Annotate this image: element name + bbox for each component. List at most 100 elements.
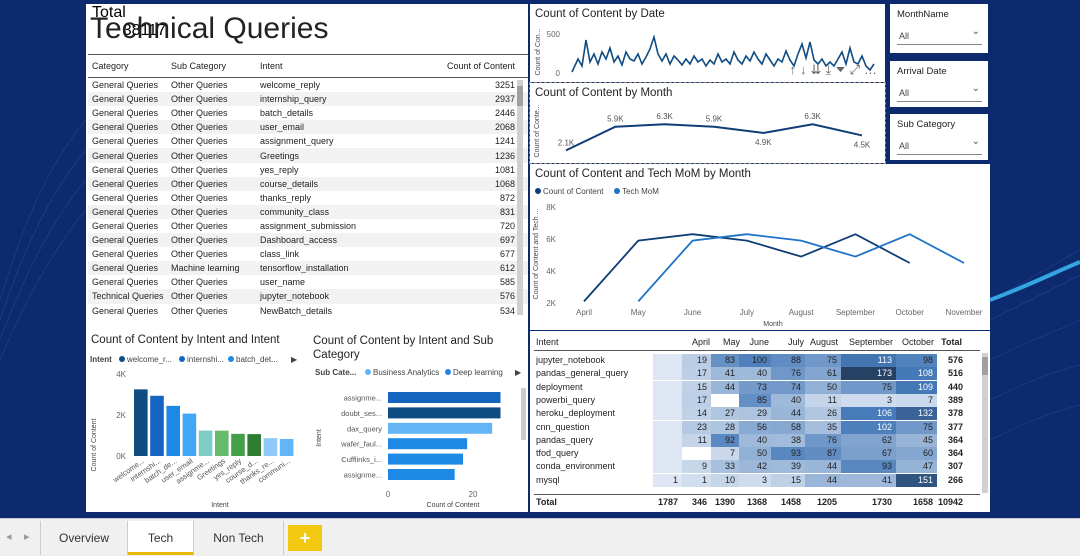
- table-row[interactable]: Technical Queries Other Queries jupyter_no…: [88, 289, 528, 304]
- table-row[interactable]: General Queries Other Queries internship_q…: [88, 92, 528, 107]
- table-row[interactable]: General Queries Other Queries assignment_s…: [88, 219, 528, 233]
- table-row[interactable]: General Queries Other Queries yes_reply 108…: [88, 163, 528, 177]
- add-page-button[interactable]: +: [288, 525, 322, 551]
- legend-next-arrow[interactable]: ▶: [291, 355, 298, 364]
- matrix-column-header[interactable]: Total: [936, 337, 962, 347]
- slicer-month-name[interactable]: MonthName All ⌄: [890, 4, 988, 53]
- chevron-down-icon[interactable]: ⌄: [972, 26, 980, 37]
- table-row[interactable]: General Queries Other Queries user_email 20…: [88, 120, 528, 135]
- chevron-down-icon[interactable]: ⌄: [972, 136, 980, 147]
- table-row[interactable]: General Queries Other Queries Dashboard_ac…: [88, 233, 528, 248]
- matrix-column-header[interactable]: June: [741, 337, 769, 347]
- matrix-scrollbar[interactable]: [982, 353, 988, 493]
- matrix-column-total: 1458: [780, 497, 801, 507]
- table-row[interactable]: General Queries Machine learning tensorflo…: [88, 261, 528, 276]
- matrix-cell: 41: [841, 473, 896, 487]
- column-header-sub-category[interactable]: Sub Category: [171, 61, 260, 71]
- table-cell: Other Queries: [171, 291, 228, 302]
- matrix-cell: 11: [682, 433, 711, 447]
- column-header-count[interactable]: Count of Content: [435, 61, 515, 71]
- matrix-cell: 132: [896, 407, 937, 421]
- matrix-row-label[interactable]: deployment: [536, 381, 656, 394]
- table-row[interactable]: General Queries Other Queries community_cl…: [88, 204, 528, 219]
- matrix-column-header[interactable]: Intent: [536, 337, 636, 347]
- matrix-column-header[interactable]: September: [839, 337, 893, 347]
- slicer-arrival-date[interactable]: Arrival Date All ⌄: [890, 61, 988, 107]
- slicer-sub-category[interactable]: Sub Category All ⌄: [890, 114, 988, 160]
- table-row[interactable]: General Queries Other Queries course_detai…: [88, 176, 528, 191]
- bar[interactable]: [215, 430, 229, 456]
- table-row[interactable]: General Queries Other Queries welcome_repl…: [88, 78, 528, 92]
- bar[interactable]: [388, 438, 468, 450]
- table-row[interactable]: General Queries Other Queries assignment_q…: [88, 134, 528, 148]
- matrix-column-header[interactable]: July: [772, 337, 804, 347]
- table-cell: Technical Queries: [92, 291, 164, 302]
- bar[interactable]: [182, 413, 197, 456]
- tab-non-tech[interactable]: Non Tech: [194, 521, 284, 555]
- matrix-column-header[interactable]: October: [894, 337, 934, 347]
- bar[interactable]: [388, 453, 463, 465]
- visual-toolbar[interactable]: ↑↓⇊⤓⏷⤢…: [790, 62, 881, 78]
- column-header-category[interactable]: Category: [88, 61, 171, 71]
- matrix-cell: 93: [771, 447, 805, 461]
- filter-icon[interactable]: ⏷: [835, 62, 849, 77]
- bar[interactable]: [388, 407, 501, 419]
- slicer-value[interactable]: All: [899, 88, 909, 98]
- scrollbar-thumb[interactable]: [517, 86, 523, 106]
- chart-scrollbar[interactable]: [521, 388, 526, 440]
- focus-mode-icon[interactable]: ⤢: [850, 62, 864, 77]
- tab-scroll-right-icon[interactable]: ▸: [24, 530, 30, 543]
- table-row[interactable]: General Queries Other Queries NewBatch_det…: [88, 304, 528, 318]
- matrix-row-label[interactable]: pandas_query: [536, 434, 656, 447]
- tab-scroll-left-icon[interactable]: ◂: [6, 530, 12, 543]
- table-row[interactable]: General Queries Other Queries thanks_reply…: [88, 191, 528, 205]
- bar[interactable]: [388, 469, 455, 480]
- expand-hierarchy-icon[interactable]: ⤓: [825, 62, 835, 77]
- matrix-row-label[interactable]: mysql: [536, 474, 656, 487]
- matrix-row-label[interactable]: powerbi_query: [536, 394, 656, 407]
- matrix-row-label[interactable]: heroku_deployment: [536, 407, 656, 420]
- bar[interactable]: [231, 433, 245, 456]
- expand-all-icon[interactable]: ⇊: [811, 62, 826, 77]
- bar[interactable]: [263, 438, 278, 456]
- table-row[interactable]: General Queries Other Queries Greetings 123…: [88, 148, 528, 163]
- matrix-column-header[interactable]: April: [688, 337, 710, 347]
- matrix-column-header[interactable]: May: [714, 337, 740, 347]
- bar[interactable]: [150, 395, 164, 456]
- legend-item: Business Analytics: [373, 368, 439, 377]
- bar[interactable]: [388, 422, 493, 434]
- bar[interactable]: [388, 392, 501, 403]
- more-options-icon[interactable]: …: [864, 62, 881, 77]
- scrollbar-thumb[interactable]: [982, 357, 988, 375]
- slicer-value[interactable]: All: [899, 141, 909, 151]
- table-cell: General Queries: [92, 108, 159, 119]
- bar[interactable]: [247, 434, 261, 456]
- bar[interactable]: [134, 389, 148, 456]
- column-header-intent[interactable]: Intent: [260, 61, 435, 71]
- table-cell: class_link: [260, 249, 300, 260]
- tab-overview[interactable]: Overview: [40, 521, 128, 555]
- matrix-row-label[interactable]: jupyter_notebook: [536, 354, 656, 367]
- table-scrollbar[interactable]: [517, 80, 523, 315]
- slicer-value[interactable]: All: [899, 31, 909, 41]
- matrix-column-header[interactable]: August: [802, 337, 838, 347]
- legend-next-arrow[interactable]: ▶: [515, 368, 522, 377]
- table-row[interactable]: General Queries Other Queries user_name 585: [88, 275, 528, 289]
- table-cell: Other Queries: [171, 122, 228, 133]
- matrix-row-label[interactable]: conda_environment: [536, 460, 656, 473]
- mom-line-chart: Count of Content Tech MoM Count of Conte…: [533, 187, 983, 328]
- tab-tech[interactable]: Tech: [128, 521, 194, 555]
- bar[interactable]: [198, 430, 213, 456]
- drill-up-icon[interactable]: ↑: [790, 62, 801, 77]
- matrix-row-label[interactable]: pandas_general_query: [536, 367, 656, 380]
- bar[interactable]: [166, 405, 180, 456]
- chevron-down-icon[interactable]: ⌄: [972, 83, 980, 94]
- table-cell: Other Queries: [171, 94, 228, 105]
- matrix-row-label[interactable]: cnn_question: [536, 421, 656, 434]
- drill-down-icon[interactable]: ↓: [800, 62, 811, 77]
- matrix-row-label[interactable]: tfod_query: [536, 447, 656, 460]
- table-cell: 2446: [494, 108, 515, 119]
- bar[interactable]: [279, 438, 294, 456]
- table-row[interactable]: General Queries Other Queries class_link 67…: [88, 247, 528, 261]
- table-row[interactable]: General Queries Other Queries batch_detail…: [88, 106, 528, 120]
